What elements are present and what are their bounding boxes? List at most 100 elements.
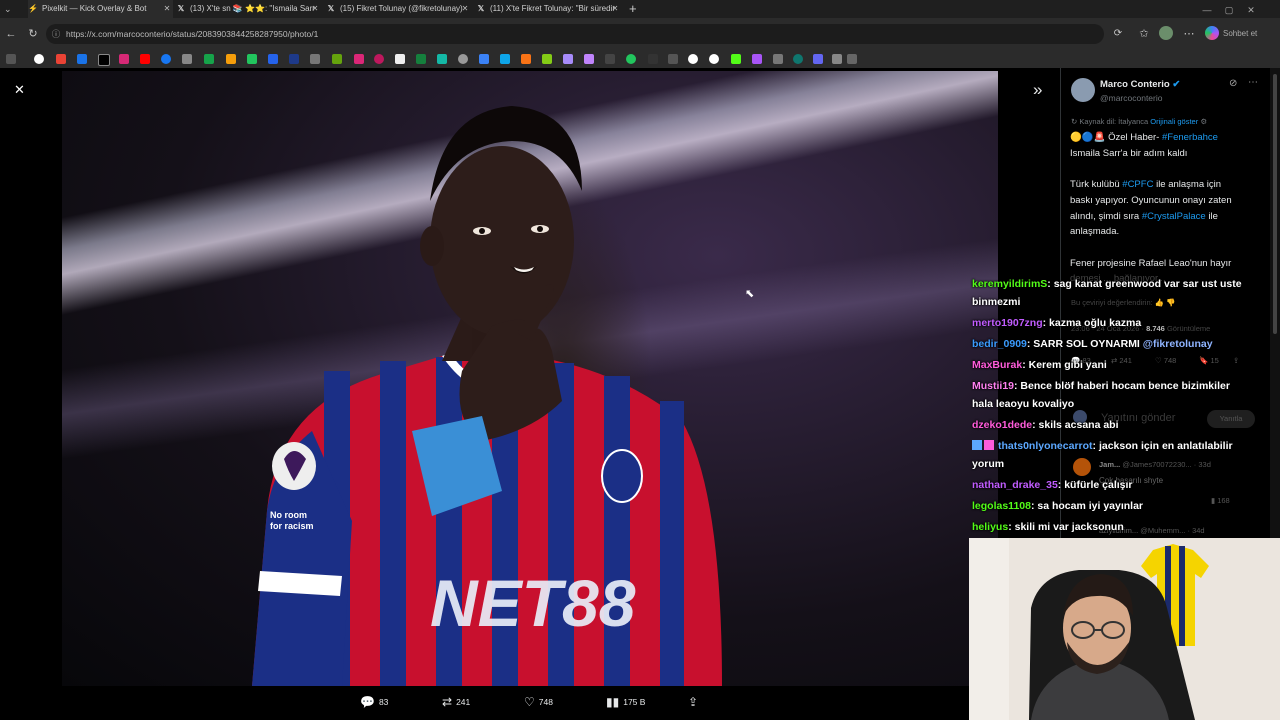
bookmark-generic-icon[interactable] [458, 54, 468, 64]
bookmark-generic-icon[interactable] [584, 54, 594, 64]
new-tab-button[interactable]: + [629, 0, 637, 18]
views-action[interactable]: ▮▮ 175 B [606, 695, 645, 709]
chat-message: nathan_drake_35: küfürle çalışır [972, 479, 1133, 491]
back-icon[interactable]: ← [4, 26, 18, 42]
post-line: anlaşmada. [1070, 226, 1120, 238]
favorites-icon[interactable]: ✩ [1137, 26, 1151, 42]
tab-close-icon[interactable]: ✕ [309, 0, 321, 18]
tab-close-icon[interactable]: ✕ [161, 0, 173, 18]
bookmark-generic-icon[interactable] [752, 54, 762, 64]
close-viewer-icon[interactable]: ✕ [14, 82, 25, 98]
bookmark-generic-icon[interactable] [374, 54, 384, 64]
bookmark-generic-icon[interactable] [416, 54, 426, 64]
like-action[interactable]: ♡ 748 [524, 695, 553, 709]
hashtag-link[interactable]: #CPFC [1122, 179, 1153, 190]
bookmark-link-icon[interactable] [847, 54, 857, 64]
like-count[interactable]: ♡ 748 [1155, 356, 1199, 365]
close-window-icon[interactable]: ✕ [1240, 1, 1262, 19]
bookmark-generic-icon[interactable] [395, 54, 405, 64]
address-bar[interactable]: ⓘ https://x.com/marcoconterio/status/2083… [46, 24, 1104, 44]
bookmark-generic-icon[interactable] [563, 54, 573, 64]
bookmark-tab-icon[interactable] [6, 54, 16, 64]
chat-message: merto1907zng: kazma oğlu kazma [972, 317, 1142, 329]
bookmark-generic-icon[interactable] [247, 54, 257, 64]
chat-username: dzeko1dede [972, 419, 1033, 431]
share-action[interactable]: ⇪ [688, 695, 702, 709]
chat-button[interactable]: Sohbet et [1223, 26, 1257, 42]
more-options-icon[interactable]: ⋯ [1248, 77, 1258, 88]
bookmark-x-icon[interactable] [98, 54, 110, 66]
bookmark-generic-icon[interactable] [773, 54, 783, 64]
tab-close-icon[interactable]: ✕ [609, 0, 621, 18]
tab-x-sarr[interactable]: 𝕏 (13) X'te sn 📚 ⭐⭐: "Ismaila Sarr ✕ [176, 0, 321, 18]
settings-icon[interactable]: ⚙ [1200, 117, 1207, 126]
bookmark-generic-icon[interactable] [289, 54, 299, 64]
bookmark-generic-icon[interactable] [500, 54, 510, 64]
show-original-link[interactable]: Orijinali göster [1150, 117, 1198, 126]
share-icon[interactable]: ⇪ [1233, 356, 1239, 365]
bookmark-count[interactable]: 🔖 15 [1199, 356, 1233, 365]
hashtag-link[interactable]: #CrystalPalace [1142, 211, 1206, 222]
repost-count[interactable]: ⇄ 241 [1111, 356, 1155, 365]
author-avatar[interactable] [1071, 78, 1095, 102]
bookmark-generic-icon[interactable] [268, 54, 278, 64]
bookmark-facebook-icon[interactable] [161, 54, 171, 64]
more-menu-icon[interactable]: ⋯ [1182, 26, 1196, 42]
repost-action[interactable]: ⇄ 241 [442, 695, 470, 709]
reply-submit-button[interactable]: Yanıtla [1207, 410, 1255, 428]
bookmark-generic-icon[interactable] [521, 54, 531, 64]
bookmark-generic-icon[interactable] [437, 54, 447, 64]
bookmark-generic-icon[interactable] [648, 54, 658, 64]
profile-avatar[interactable] [1159, 26, 1173, 40]
expand-panel-icon[interactable]: » [1033, 80, 1042, 100]
bookmark-instagram-icon[interactable] [119, 54, 129, 64]
bookmark-generic-icon[interactable] [479, 54, 489, 64]
reply-avatar[interactable] [1073, 458, 1091, 476]
bookmark-youtube-icon[interactable] [140, 54, 150, 64]
bookmark-kick-icon[interactable] [731, 54, 741, 64]
bookmark-generic-icon[interactable] [226, 54, 236, 64]
bookmark-google-icon[interactable] [34, 54, 44, 64]
bookmark-folder-icon[interactable] [832, 54, 842, 64]
url-text[interactable]: https://x.com/marcoconterio/status/20839… [66, 29, 318, 39]
chat-username: nathan_drake_35 [972, 479, 1058, 491]
bookmark-google-icon[interactable] [688, 54, 698, 64]
author-name[interactable]: Marco Conterio ✔ [1100, 79, 1180, 90]
bookmark-gmail-icon[interactable] [56, 54, 66, 64]
post-photo[interactable]: NET88 No room for racism [62, 71, 998, 686]
tab-pixelkit[interactable]: ⚡ Pixelkit — Kick Overlay & Bot ✕ [28, 0, 173, 18]
site-info-icon[interactable]: ⓘ [46, 24, 66, 44]
bookmark-google-icon[interactable] [709, 54, 719, 64]
bookmark-drive-icon[interactable] [77, 54, 87, 64]
reply-action[interactable]: 💬 83 [360, 695, 388, 709]
minimize-icon[interactable]: — [1196, 1, 1218, 19]
chat-message-continued: binmezmi [972, 296, 1021, 308]
tab-x-fikret-post[interactable]: 𝕏 (11) X'te Fikret Tolunay: "Bir süredir … [476, 0, 621, 18]
maximize-icon[interactable]: ▢ [1218, 1, 1240, 19]
bookmark-generic-icon[interactable] [204, 54, 214, 64]
author-handle[interactable]: @marcoconterio [1100, 93, 1162, 103]
grok-icon[interactable]: ⊘ [1229, 78, 1237, 89]
reply-views: ▮ 168 [1211, 496, 1230, 505]
reload-icon[interactable]: ↻ [26, 26, 40, 42]
reply-icon: 💬 [360, 695, 375, 709]
rate-translation: Bu çeviriyi değerlendirin: 👍 👎 [1071, 298, 1176, 307]
bookmark-generic-icon[interactable] [668, 54, 678, 64]
scrollbar-thumb[interactable] [1273, 74, 1277, 334]
bookmark-generic-icon[interactable] [354, 54, 364, 64]
bookmark-generic-icon[interactable] [813, 54, 823, 64]
bookmark-generic-icon[interactable] [542, 54, 552, 64]
hashtag-link[interactable]: #Fenerbahce [1162, 132, 1218, 143]
chat-username: legolas1108 [972, 500, 1031, 512]
tab-close-icon[interactable]: ✕ [459, 0, 471, 18]
copilot-icon[interactable] [1205, 26, 1219, 40]
tab-search-icon[interactable]: ⌄ [4, 0, 12, 18]
bookmark-generic-icon[interactable] [793, 54, 803, 64]
bookmark-generic-icon[interactable] [626, 54, 636, 64]
bookmark-generic-icon[interactable] [310, 54, 320, 64]
bookmark-generic-icon[interactable] [605, 54, 615, 64]
refresh-page-icon[interactable]: ⟳ [1111, 26, 1125, 42]
tab-x-fikret-profile[interactable]: 𝕏 (15) Fikret Tolunay (@fikretolunay) ✕ [326, 0, 471, 18]
bookmark-generic-icon[interactable] [332, 54, 342, 64]
bookmark-generic-icon[interactable] [182, 54, 192, 64]
